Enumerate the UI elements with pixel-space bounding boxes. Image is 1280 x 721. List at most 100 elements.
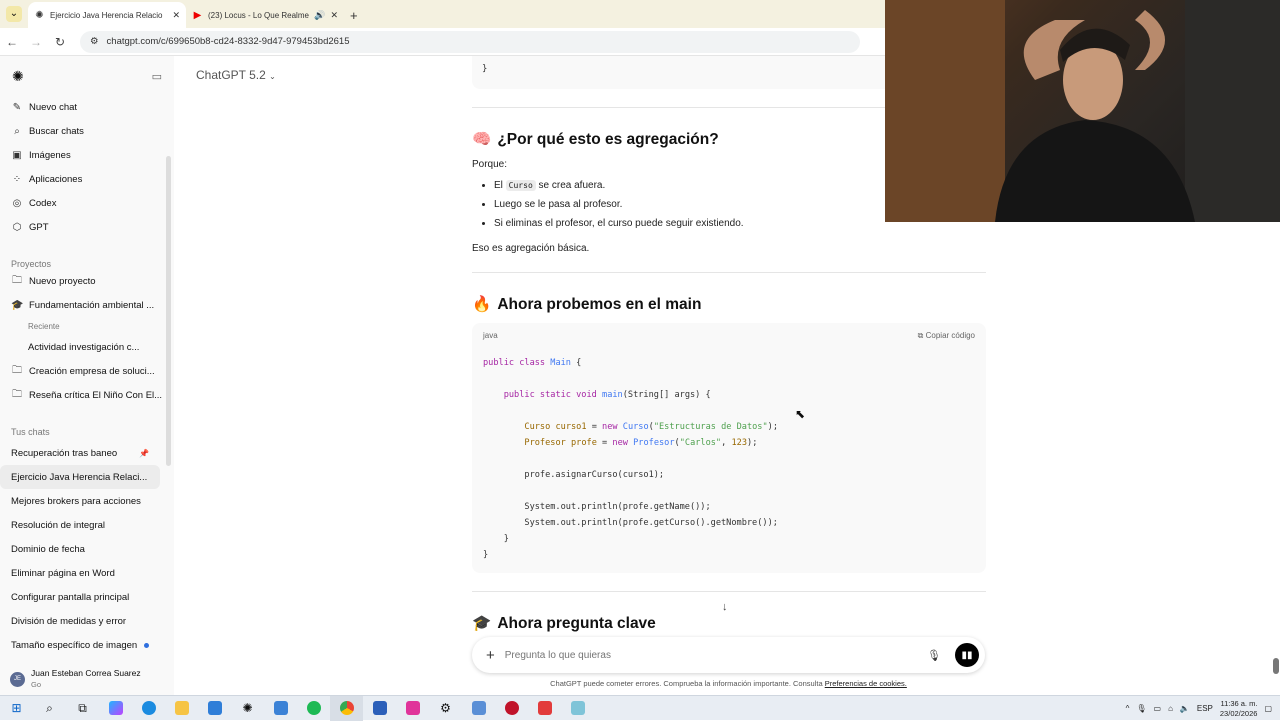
sidebar-item-label: Fundamentación ambiental ...	[29, 299, 155, 311]
sidebar-item-codex[interactable]: ◎ Codex	[0, 191, 174, 215]
chrome-app[interactable]	[330, 695, 363, 721]
tab-youtube[interactable]: ▶ (23) Locus - Lo Que Realme 🔊 ✕	[186, 2, 344, 28]
sidebar-item-project[interactable]: 🗀 Creación empresa de soluci...	[0, 359, 174, 383]
add-attachment-button[interactable]: +	[486, 647, 495, 664]
user-menu[interactable]: JE Juan Esteban Correa Suarez Go	[0, 663, 174, 695]
app-icon[interactable]	[528, 696, 561, 721]
sidebar-toggle-icon[interactable]: ▭	[152, 70, 162, 83]
close-tab-icon[interactable]: ✕	[330, 10, 338, 21]
chat-item-label: Ejercicio Java Herencia Relaci...	[11, 471, 148, 483]
tab-chatgpt[interactable]: ✺ Ejercicio Java Herencia Relacio ✕	[28, 2, 186, 28]
user-plan: Go	[31, 680, 42, 689]
sidebar-item-apps[interactable]: ⁘ Aplicaciones	[0, 167, 174, 191]
sidebar-item-label: Imágenes	[29, 149, 71, 161]
sidebar-item-images[interactable]: ▣ Imágenes	[0, 143, 174, 167]
openai-logo-icon[interactable]: ✺	[12, 68, 24, 85]
code-language-label: java	[483, 331, 498, 340]
file-explorer-app[interactable]	[165, 696, 198, 721]
chat-item[interactable]: Dominio de fecha	[0, 537, 160, 561]
chat-item[interactable]: Recuperación tras baneo 📌	[0, 441, 160, 465]
app-pink-icon	[405, 701, 420, 715]
new-tab-button[interactable]: +	[350, 8, 358, 23]
app-icon[interactable]	[264, 696, 297, 721]
clock-time: 11:36 a. m.	[1220, 698, 1258, 708]
chat-item-label: Configurar pantalla principal	[11, 591, 130, 603]
composer: + 🎙 ▮▮	[472, 637, 985, 673]
task-view-button[interactable]: ⧉	[66, 696, 99, 721]
openai-logo-icon: ✺	[242, 701, 253, 715]
app-icon[interactable]	[462, 696, 495, 721]
divider	[472, 272, 986, 273]
edge-icon	[141, 701, 156, 715]
language-indicator[interactable]: ESP	[1197, 704, 1213, 713]
text: Si eliminas el profesor, el curso puede …	[494, 218, 744, 229]
scroll-down-button[interactable]: ↓	[722, 601, 728, 613]
chat-item-label: Eliminar página en Word	[11, 567, 115, 579]
sidebar-item-gpt[interactable]: ⬡ GPT	[0, 215, 174, 239]
site-info-icon[interactable]: ⚙	[90, 36, 99, 47]
tab-title: Ejercicio Java Herencia Relacio	[50, 10, 163, 20]
clock[interactable]: 11:36 a. m. 23/02/2026	[1220, 699, 1258, 719]
sidebar-item-project[interactable]: 🗀 Reseña crítica El Niño Con El...	[0, 383, 174, 407]
sidebar-item-project[interactable]: 🎓 Fundamentación ambiental ...	[0, 293, 174, 317]
sidebar-nav: ✎ Nuevo chat ⌕ Buscar chats ▣ Imágenes ⁘ Apl…	[0, 95, 174, 239]
chatgpt-app[interactable]: ✺	[231, 696, 264, 721]
sidebar-scrollbar[interactable]	[166, 156, 171, 466]
chat-item[interactable]: Configurar pantalla principal	[0, 585, 160, 609]
pin-icon: 📌	[139, 448, 149, 458]
sidebar-item-recent[interactable]: Actividad investigación c...	[0, 335, 174, 359]
app-icon[interactable]	[561, 696, 594, 721]
word-app[interactable]	[363, 696, 396, 721]
notifications-icon[interactable]: ▢	[1264, 704, 1272, 713]
close-tab-icon[interactable]: ✕	[172, 10, 180, 21]
back-icon[interactable]: ←	[0, 35, 24, 49]
forward-icon[interactable]: →	[24, 35, 48, 49]
model-label: ChatGPT 5.2	[196, 68, 266, 82]
edge-app[interactable]	[132, 696, 165, 721]
sidebar-item-new-chat[interactable]: ✎ Nuevo chat	[0, 95, 174, 119]
page-scrollbar[interactable]	[1273, 658, 1279, 674]
chat-item[interactable]: Tamaño específico de imagen	[0, 633, 160, 657]
chat-item-selected[interactable]: Ejercicio Java Herencia Relaci...	[0, 465, 160, 489]
app-hex-icon	[471, 701, 486, 715]
app-icon[interactable]	[495, 696, 528, 721]
copy-code-button[interactable]: ⧉ Copiar código	[918, 331, 975, 341]
spotify-app[interactable]	[297, 696, 330, 721]
microphone-icon[interactable]: 🎙	[927, 649, 941, 662]
microphone-icon[interactable]: 🎙	[1136, 704, 1146, 713]
store-app[interactable]	[198, 696, 231, 721]
copy-label: Copiar código	[925, 331, 975, 340]
copilot-app[interactable]	[99, 696, 132, 721]
app-icon[interactable]: ⚙	[429, 696, 462, 721]
sidebar-item-new-project[interactable]: 🗀 Nuevo proyecto	[0, 269, 174, 293]
graduation-cap-icon: 🎓	[472, 615, 492, 632]
sidebar-item-label: Buscar chats	[29, 125, 84, 137]
cookie-preferences-link[interactable]: Preferencias de cookies.	[825, 679, 907, 688]
url-field[interactable]: ⚙ chatgpt.com/c/699650b8-cd24-8332-9d47-…	[80, 30, 860, 53]
chat-item[interactable]: Resolución de integral	[0, 513, 160, 537]
search-taskbar-button[interactable]: ⌕	[33, 696, 66, 721]
chevron-up-icon[interactable]: ^	[1126, 704, 1130, 713]
network-icon[interactable]: ⌂	[1168, 704, 1173, 713]
chat-item[interactable]: Mejores brokers para acciones	[0, 489, 160, 513]
volume-icon[interactable]: 🔈	[1180, 704, 1190, 713]
spotify-icon	[306, 701, 321, 715]
sidebar-item-search[interactable]: ⌕ Buscar chats	[0, 119, 174, 143]
chat-item-label: Mejores brokers para acciones	[11, 495, 141, 507]
fire-icon: 🔥	[472, 296, 492, 313]
folder-plus-icon: 🗀	[12, 274, 22, 286]
start-button[interactable]: ⊞	[0, 696, 33, 721]
voice-mode-button[interactable]: ▮▮	[955, 643, 979, 667]
disclaimer-text: ChatGPT puede cometer errores. Comprueba…	[550, 679, 823, 688]
prompt-input[interactable]	[504, 649, 928, 661]
reload-icon[interactable]: ↻	[48, 35, 72, 49]
model-selector[interactable]: ChatGPT 5.2 ⌄	[196, 68, 276, 82]
display-icon[interactable]: ▭	[1154, 704, 1162, 713]
code-block: java ⧉ Copiar código public class Main {…	[472, 323, 986, 573]
brain-icon: 🧠	[472, 131, 492, 148]
app-icon[interactable]	[396, 696, 429, 721]
tab-search-button[interactable]: ⌄	[6, 6, 22, 22]
chat-item[interactable]: Eliminar página en Word	[0, 561, 160, 585]
speaker-icon[interactable]: 🔊	[314, 10, 325, 21]
chat-item[interactable]: División de medidas y error	[0, 609, 160, 633]
